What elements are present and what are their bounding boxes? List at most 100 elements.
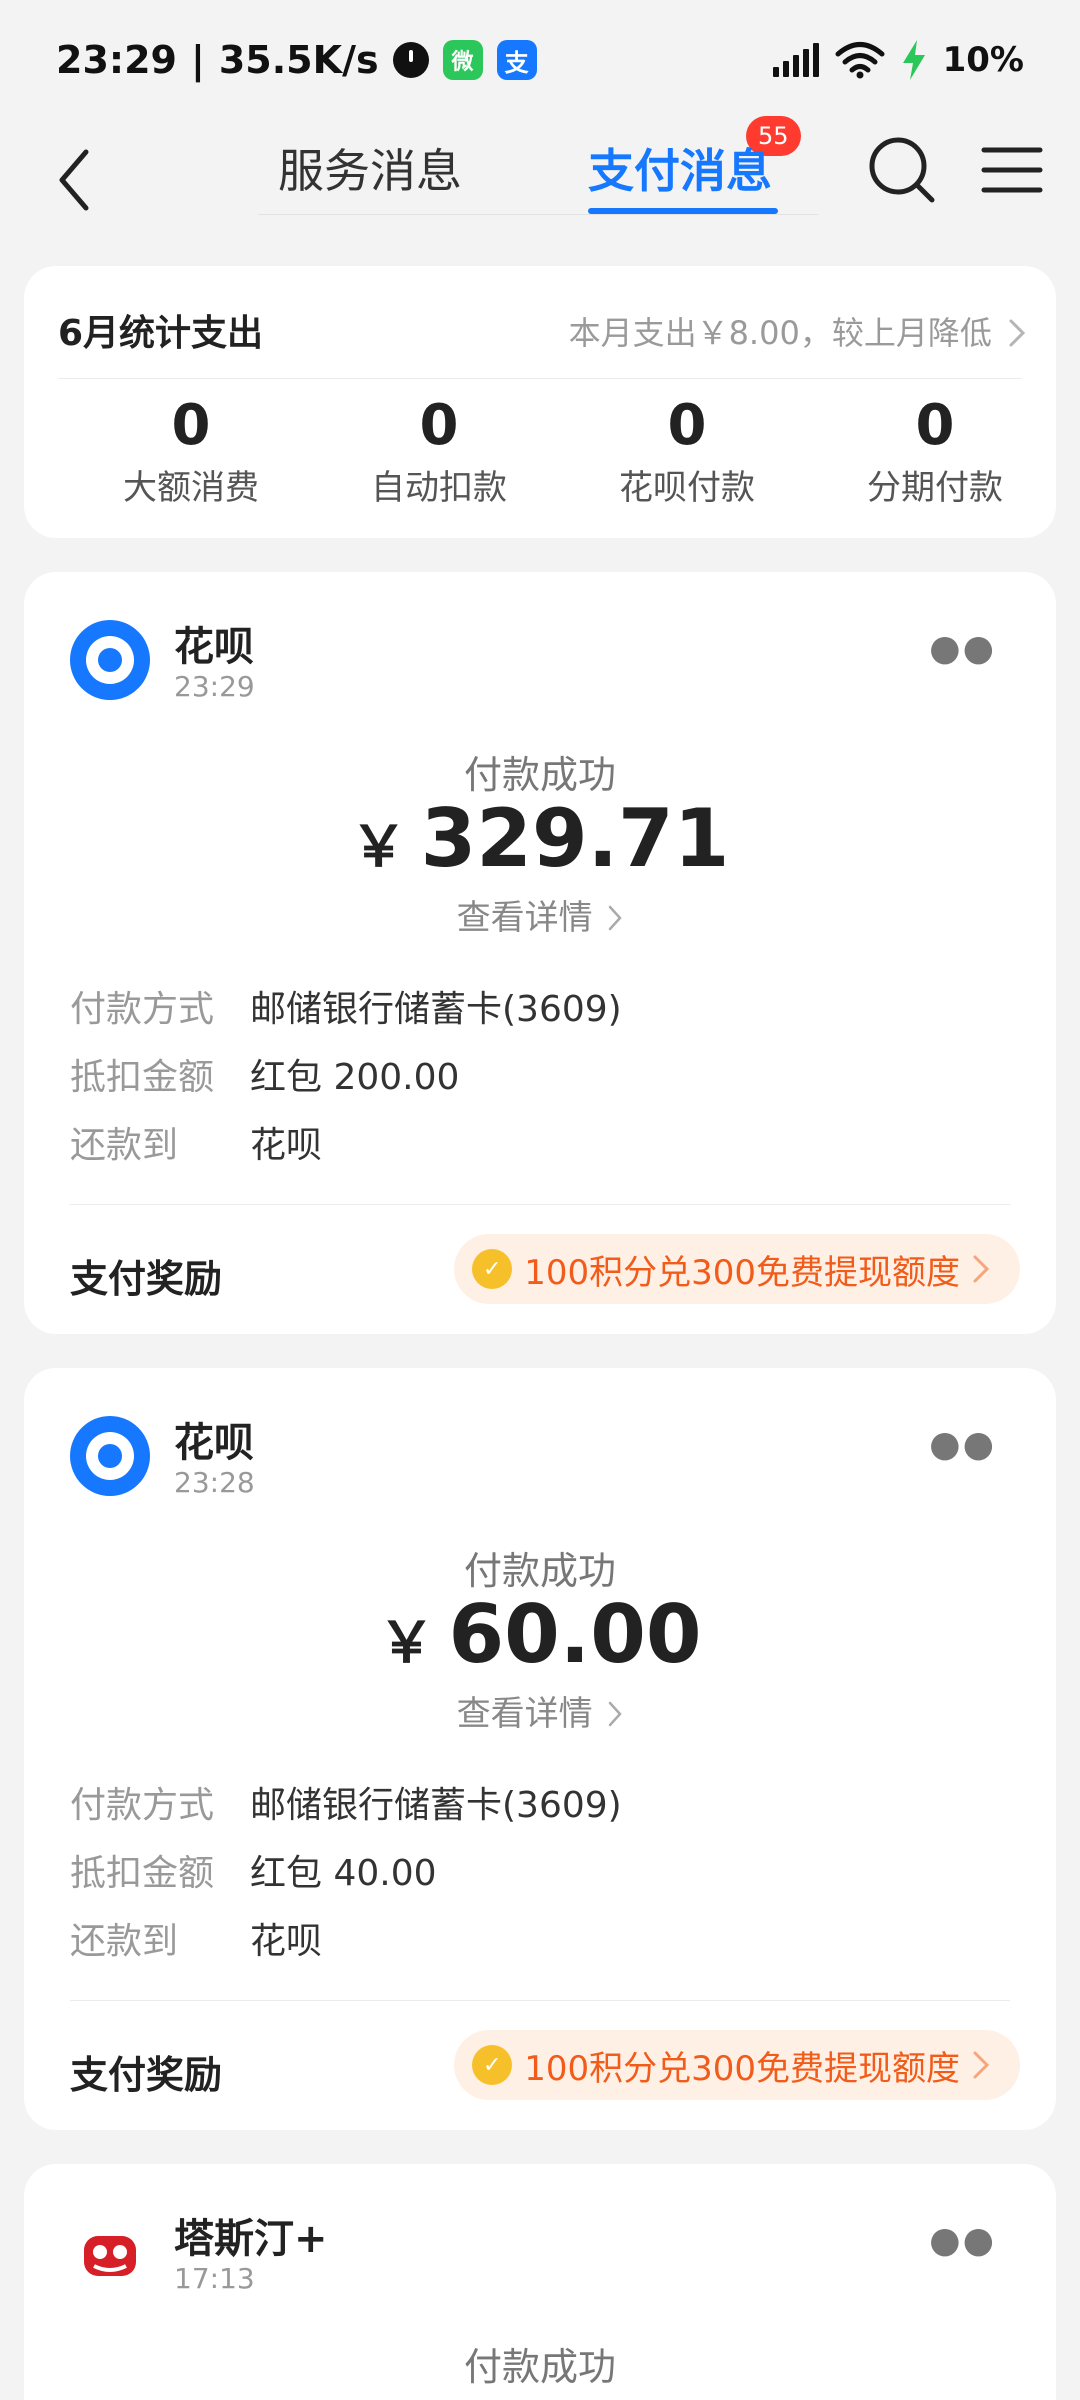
alipay-icon: 支 <box>496 40 537 80</box>
payment-amount: ￥ 329.71 <box>24 792 1056 885</box>
info-row: 还款到 花呗 <box>70 1116 322 1168</box>
row-label: 抵扣金额 <box>70 1853 215 1894</box>
stat-value: 0 <box>667 393 707 458</box>
amount-value: 60.00 <box>448 1588 702 1681</box>
status-separator: | <box>190 38 205 82</box>
reward-button[interactable]: ✓ 100积分兑300免费提现额度 <box>454 2030 1020 2100</box>
reward-label: 支付奖励 <box>70 1257 223 1301</box>
info-row: 还款到 花呗 <box>70 1912 322 1964</box>
more-icon[interactable]: ●● <box>929 1424 996 1465</box>
stat-value: 0 <box>915 393 955 458</box>
payment-amount: ￥ 60.00 <box>24 1588 1056 1681</box>
chevron-right-icon <box>609 1701 623 1727</box>
tab-divider <box>258 214 818 215</box>
coin-icon: ✓ <box>472 1249 513 1289</box>
summary-link-text: 本月支出￥8.00，较上月降低 <box>568 314 992 352</box>
status-net-speed: 35.5K/s <box>218 38 379 82</box>
status-left: 23:29 | 35.5K/s 微 支 <box>56 38 537 82</box>
card-divider <box>70 1204 1010 1205</box>
stat-large-spend[interactable]: 0 大额消费 <box>66 386 316 510</box>
currency-symbol: ￥ <box>350 815 407 880</box>
payment-status: 付款成功 <box>463 2345 616 2389</box>
view-details-text: 查看详情 <box>456 1694 593 1734</box>
menu-icon[interactable] <box>980 138 1044 202</box>
status-bar: 23:29 | 35.5K/s 微 支 10% <box>0 0 1080 120</box>
info-row: 抵扣金额 红包 200.00 <box>70 1048 459 1100</box>
info-row: 付款方式 邮储银行储蓄卡(3609) <box>70 1776 622 1828</box>
merchant-name: 塔斯汀+ <box>174 2216 328 2262</box>
top-nav: 服务消息 55 支付消息 <box>0 116 1080 245</box>
huabei-logo-icon <box>70 620 150 700</box>
row-value: 邮储银行储蓄卡(3609) <box>250 1785 622 1826</box>
row-value: 红包 40.00 <box>250 1853 437 1894</box>
view-details-text: 查看详情 <box>456 898 593 938</box>
stat-value: 0 <box>419 393 459 458</box>
chevron-right-icon <box>1009 319 1026 347</box>
info-row: 抵扣金额 红包 40.00 <box>70 1844 437 1896</box>
chevron-right-icon <box>973 1255 990 1283</box>
chevron-right-icon <box>973 2051 990 2079</box>
stat-value: 0 <box>171 393 211 458</box>
view-details-link[interactable]: 查看详情 <box>24 890 1056 939</box>
wifi-icon <box>835 42 885 79</box>
merchant-time: 17:13 <box>174 2262 255 2295</box>
row-label: 付款方式 <box>70 1785 215 1826</box>
payment-card[interactable]: 花呗 23:28 ●● 付款成功 ￥ 60.00 查看详情 付款方式 邮储银行储蓄卡… <box>24 1368 1056 2130</box>
row-label: 还款到 <box>70 1921 179 1962</box>
alarm-icon <box>392 42 429 78</box>
more-icon[interactable]: ●● <box>929 628 996 669</box>
stat-label: 花呗付款 <box>619 468 755 508</box>
tastien-logo-icon <box>70 2214 150 2294</box>
huabei-logo-icon <box>70 1416 150 1496</box>
view-details-link[interactable]: 查看详情 <box>24 1686 1056 1735</box>
reward-text: 100积分兑300免费提现额度 <box>524 1252 960 1293</box>
merchant-time: 23:29 <box>174 670 255 703</box>
row-value: 花呗 <box>250 1125 323 1166</box>
card-divider <box>70 2000 1010 2001</box>
row-value: 邮储银行储蓄卡(3609) <box>250 989 622 1030</box>
merchant-name: 花呗 <box>174 624 254 670</box>
more-icon[interactable]: ●● <box>929 2220 996 2261</box>
chevron-right-icon <box>609 905 623 931</box>
status-right: 10% <box>772 40 1024 80</box>
reward-label: 支付奖励 <box>70 2053 223 2097</box>
search-icon[interactable] <box>862 130 942 210</box>
stat-auto-debit[interactable]: 0 自动扣款 <box>314 386 564 510</box>
summary-title: 6月统计支出 <box>58 313 264 354</box>
stat-installment[interactable]: 0 分期付款 <box>810 386 1060 510</box>
stat-huabei-payment[interactable]: 0 花呗付款 <box>562 386 812 510</box>
coin-icon: ✓ <box>472 2045 513 2085</box>
row-label: 抵扣金额 <box>70 1057 215 1098</box>
back-icon[interactable] <box>48 140 108 220</box>
tab-pay-label: 支付消息 <box>588 144 772 198</box>
reward-button[interactable]: ✓ 100积分兑300免费提现额度 <box>454 1234 1020 1304</box>
wechat-icon: 微 <box>442 40 483 80</box>
summary-link[interactable]: 本月支出￥8.00，较上月降低 <box>569 308 1026 354</box>
stat-label: 大额消费 <box>123 468 259 508</box>
tab-payment-messages[interactable]: 支付消息 <box>588 126 772 216</box>
payment-status: 付款成功 <box>463 1549 616 1593</box>
tab-service-messages[interactable]: 服务消息 55 <box>278 116 801 216</box>
signal-icon <box>772 43 819 77</box>
monthly-summary-card: 6月统计支出 本月支出￥8.00，较上月降低 0 大额消费 0 自动扣款 0 花… <box>24 266 1056 538</box>
info-row: 付款方式 邮储银行储蓄卡(3609) <box>70 980 622 1032</box>
tab-service-label: 服务消息 <box>278 144 462 198</box>
row-label: 付款方式 <box>70 989 215 1030</box>
battery-percent: 10% <box>942 40 1024 80</box>
summary-divider <box>58 378 1022 379</box>
active-tab-indicator <box>588 208 778 214</box>
row-value: 红包 200.00 <box>250 1057 460 1098</box>
stat-label: 分期付款 <box>867 468 1003 508</box>
stat-label: 自动扣款 <box>371 468 507 508</box>
charging-icon <box>902 40 925 80</box>
currency-symbol: ￥ <box>378 1611 435 1676</box>
row-label: 还款到 <box>70 1125 179 1166</box>
payment-card[interactable]: 花呗 23:29 ●● 付款成功 ￥ 329.71 查看详情 付款方式 邮储银行储蓄… <box>24 572 1056 1334</box>
merchant-name: 花呗 <box>174 1420 254 1466</box>
payment-status: 付款成功 <box>463 753 616 797</box>
amount-value: 329.71 <box>420 792 730 885</box>
merchant-time: 23:28 <box>174 1466 255 1499</box>
status-time: 23:29 <box>56 38 177 82</box>
row-value: 花呗 <box>250 1921 323 1962</box>
payment-card[interactable]: 塔斯汀+ 17:13 ●● 付款成功 <box>24 2164 1056 2400</box>
